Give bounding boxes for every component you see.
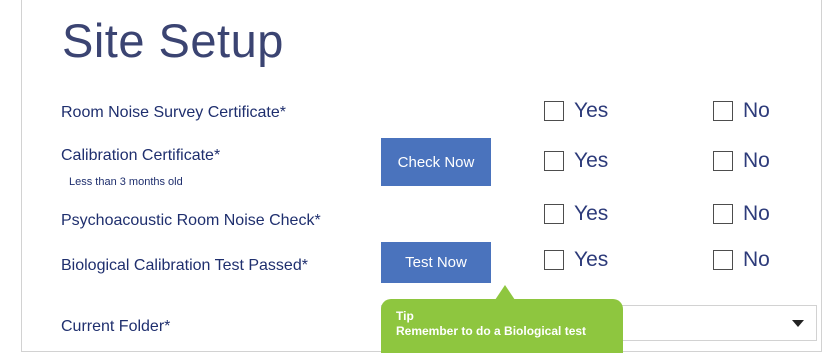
biological-calibration-label: Biological Calibration Test Passed* xyxy=(61,257,308,274)
test-now-button[interactable]: Test Now xyxy=(381,242,491,283)
checkbox-box[interactable] xyxy=(544,250,564,270)
calibration-certificate-yes-checkbox[interactable]: Yes xyxy=(544,149,608,173)
biological-calibration-no-checkbox[interactable]: No xyxy=(713,248,770,272)
room-noise-survey-no-checkbox[interactable]: No xyxy=(713,99,770,123)
calibration-certificate-sublabel: Less than 3 months old xyxy=(69,176,183,188)
biological-calibration-yes-checkbox[interactable]: Yes xyxy=(544,248,608,272)
tip-text: Remember to do a Biological test xyxy=(396,324,587,338)
tip-tooltip: Tip Remember to do a Biological test xyxy=(381,299,623,353)
chevron-down-icon[interactable] xyxy=(792,320,804,327)
psychoacoustic-check-no-checkbox[interactable]: No xyxy=(713,202,770,226)
no-label: No xyxy=(743,99,770,122)
room-noise-survey-yes-checkbox[interactable]: Yes xyxy=(544,99,608,123)
calibration-certificate-label: Calibration Certificate* xyxy=(61,147,221,164)
tooltip-pointer xyxy=(495,285,515,300)
check-now-button[interactable]: Check Now xyxy=(381,138,491,186)
room-noise-survey-label: Room Noise Survey Certificate* xyxy=(61,104,286,121)
page-title: Site Setup xyxy=(62,14,284,67)
calibration-certificate-no-checkbox[interactable]: No xyxy=(713,149,770,173)
yes-label: Yes xyxy=(574,99,609,122)
checkbox-box[interactable] xyxy=(713,151,733,171)
tip-title: Tip xyxy=(396,309,414,323)
checkbox-box[interactable] xyxy=(713,250,733,270)
checkbox-box[interactable] xyxy=(713,101,733,121)
no-label: No xyxy=(743,149,770,172)
yes-label: Yes xyxy=(574,149,609,172)
yes-label: Yes xyxy=(574,202,609,225)
no-label: No xyxy=(743,248,770,271)
checkbox-box[interactable] xyxy=(544,151,564,171)
yes-label: Yes xyxy=(574,248,609,271)
psychoacoustic-check-label: Psychoacoustic Room Noise Check* xyxy=(61,212,321,229)
current-folder-label: Current Folder* xyxy=(61,318,171,335)
no-label: No xyxy=(743,202,770,225)
psychoacoustic-check-yes-checkbox[interactable]: Yes xyxy=(544,202,608,226)
checkbox-box[interactable] xyxy=(544,204,564,224)
checkbox-box[interactable] xyxy=(544,101,564,121)
checkbox-box[interactable] xyxy=(713,204,733,224)
